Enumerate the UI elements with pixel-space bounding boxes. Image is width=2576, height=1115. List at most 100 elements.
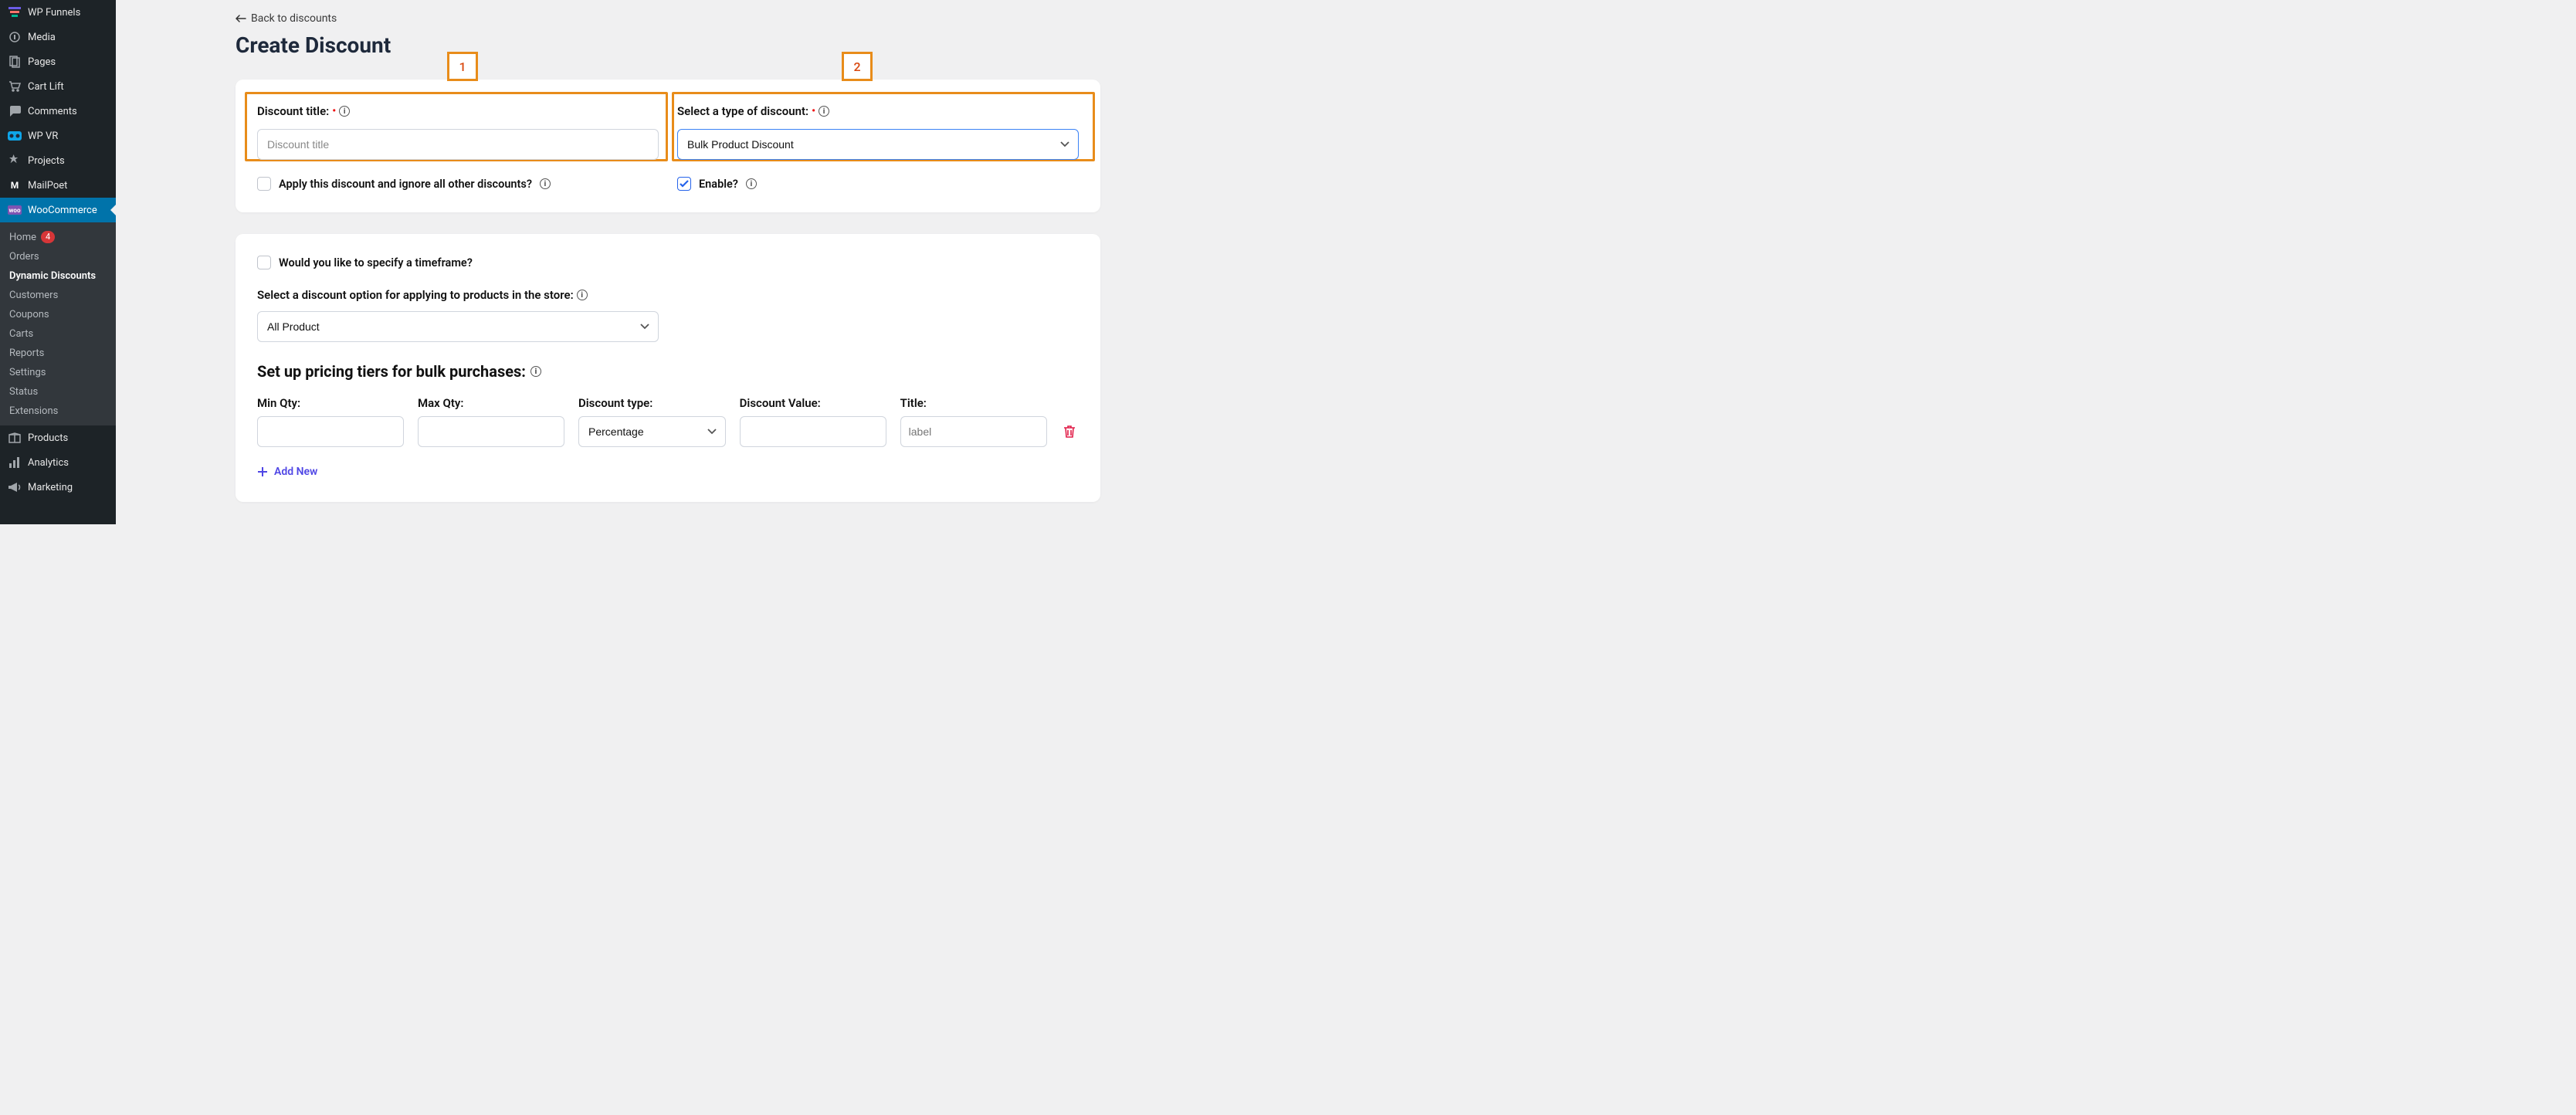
add-tier-button[interactable]: Add New	[257, 466, 317, 478]
submenu-label: Reports	[9, 347, 44, 359]
page-title: Create Discount	[236, 32, 1168, 58]
add-tier-label: Add New	[274, 466, 317, 478]
info-icon[interactable]: i	[746, 178, 757, 189]
tier-type-select[interactable]: Percentage	[578, 416, 726, 447]
sidebar-item-comments[interactable]: Comments	[0, 99, 116, 124]
sidebar-item-pages[interactable]: Pages	[0, 49, 116, 74]
tiers-heading: Set up pricing tiers for bulk purchases:…	[257, 362, 1079, 381]
woo-icon: woo	[8, 203, 22, 217]
submenu-reports[interactable]: Reports	[0, 344, 116, 363]
sidebar-item-label: Marketing	[28, 482, 73, 493]
tier-value-input[interactable]	[740, 416, 886, 447]
back-link-label: Back to discounts	[251, 12, 337, 25]
submenu-label: Coupons	[9, 309, 49, 320]
discount-title-input[interactable]	[257, 129, 659, 160]
submenu-label: Extensions	[9, 405, 58, 417]
discount-type-label: Select a type of discount: • i	[677, 104, 829, 118]
admin-sidebar: WP Funnels Media Pages Cart Lift Comment	[0, 0, 116, 524]
sidebar-item-label: Comments	[28, 106, 77, 117]
sidebar-item-media[interactable]: Media	[0, 25, 116, 49]
sidebar-item-label: WooCommerce	[28, 205, 97, 216]
analytics-icon	[8, 456, 22, 469]
tier-min-input[interactable]	[257, 416, 404, 447]
info-icon[interactable]: i	[530, 366, 541, 377]
sidebar-item-wpvr[interactable]: WP VR	[0, 124, 116, 148]
megaphone-icon	[8, 480, 22, 494]
submenu-label: Dynamic Discounts	[9, 270, 96, 282]
discount-type-select[interactable]: Bulk Product Discount	[677, 129, 1079, 160]
sidebar-item-projects[interactable]: Projects	[0, 148, 116, 173]
info-icon[interactable]: i	[819, 106, 829, 117]
sidebar-item-analytics[interactable]: Analytics	[0, 450, 116, 475]
discount-title-label: Discount title: • i	[257, 104, 350, 118]
tier-value-label: Discount Value:	[740, 396, 886, 410]
tier-max-label: Max Qty:	[418, 396, 564, 410]
arrow-left-icon	[236, 14, 246, 23]
submenu-extensions[interactable]: Extensions	[0, 402, 116, 421]
tier-title-label: Title:	[900, 396, 1047, 410]
sidebar-item-label: Cart Lift	[28, 81, 64, 93]
tier-title-input[interactable]	[900, 416, 1047, 447]
apply-ignore-checkbox[interactable]	[257, 177, 271, 191]
sidebar-item-mailpoet[interactable]: M MailPoet	[0, 173, 116, 198]
apply-ignore-label: Apply this discount and ignore all other…	[279, 178, 532, 191]
box-icon	[8, 431, 22, 445]
submenu-customers[interactable]: Customers	[0, 286, 116, 305]
cart-icon	[8, 80, 22, 93]
tier-type-label: Discount type:	[578, 396, 726, 410]
required-indicator: •	[332, 106, 336, 117]
sidebar-item-label: Products	[28, 432, 68, 444]
tier-max-input[interactable]	[418, 416, 564, 447]
submenu-settings[interactable]: Settings	[0, 363, 116, 382]
sidebar-item-woocommerce[interactable]: woo WooCommerce	[0, 198, 116, 222]
media-icon	[8, 30, 22, 44]
apply-scope-label: Select a discount option for applying to…	[257, 288, 588, 302]
info-icon[interactable]: i	[577, 290, 588, 300]
submenu-label: Carts	[9, 328, 33, 340]
required-indicator: •	[812, 106, 815, 117]
sidebar-item-products[interactable]: Products	[0, 425, 116, 450]
tier-min-label: Min Qty:	[257, 396, 404, 410]
submenu-dynamic-discounts[interactable]: Dynamic Discounts	[0, 266, 116, 286]
submenu-coupons[interactable]: Coupons	[0, 305, 116, 324]
submenu-label: Home	[9, 232, 36, 243]
sidebar-item-label: Pages	[28, 56, 56, 68]
vr-icon	[8, 129, 22, 143]
submenu-label: Settings	[9, 367, 46, 378]
tier-row: Min Qty: Max Qty: Discount type: Percent…	[257, 396, 1079, 447]
submenu-carts[interactable]: Carts	[0, 324, 116, 344]
sidebar-item-wpfunnels[interactable]: WP Funnels	[0, 0, 116, 25]
submenu-label: Customers	[9, 290, 58, 301]
info-icon[interactable]: i	[339, 106, 350, 117]
sidebar-item-label: WP VR	[28, 130, 58, 142]
enable-label: Enable?	[699, 178, 738, 191]
sidebar-item-label: Projects	[28, 155, 65, 167]
timeframe-checkbox[interactable]	[257, 256, 271, 269]
enable-row[interactable]: Enable? i	[677, 177, 1079, 191]
submenu-status[interactable]: Status	[0, 382, 116, 402]
submenu-label: Status	[9, 386, 38, 398]
submenu-orders[interactable]: Orders	[0, 247, 116, 266]
funnel-icon	[8, 5, 22, 19]
sidebar-item-label: Analytics	[28, 457, 69, 469]
pin-icon	[8, 154, 22, 168]
enable-checkbox[interactable]	[677, 177, 691, 191]
discount-basics-card: 1 2 Discount title: • i Select a type of…	[236, 80, 1100, 212]
info-icon[interactable]: i	[540, 178, 551, 189]
mailpoet-icon: M	[8, 178, 22, 192]
woocommerce-submenu: Home 4 Orders Dynamic Discounts Customer…	[0, 222, 116, 425]
main-content: Back to discounts Create Discount 1 2 Di…	[116, 0, 1199, 524]
apply-ignore-row[interactable]: Apply this discount and ignore all other…	[257, 177, 659, 191]
home-badge: 4	[41, 231, 55, 243]
svg-text:woo: woo	[9, 207, 21, 214]
submenu-home[interactable]: Home 4	[0, 227, 116, 247]
timeframe-label: Would you like to specify a timeframe?	[279, 256, 473, 269]
comment-icon	[8, 104, 22, 118]
apply-scope-select[interactable]: All Product	[257, 311, 659, 342]
back-link[interactable]: Back to discounts	[236, 12, 337, 25]
sidebar-item-cartlift[interactable]: Cart Lift	[0, 74, 116, 99]
timeframe-row[interactable]: Would you like to specify a timeframe?	[257, 256, 1079, 269]
sidebar-item-label: WP Funnels	[28, 7, 80, 19]
tier-delete-button[interactable]	[1061, 416, 1079, 447]
sidebar-item-marketing[interactable]: Marketing	[0, 475, 116, 500]
